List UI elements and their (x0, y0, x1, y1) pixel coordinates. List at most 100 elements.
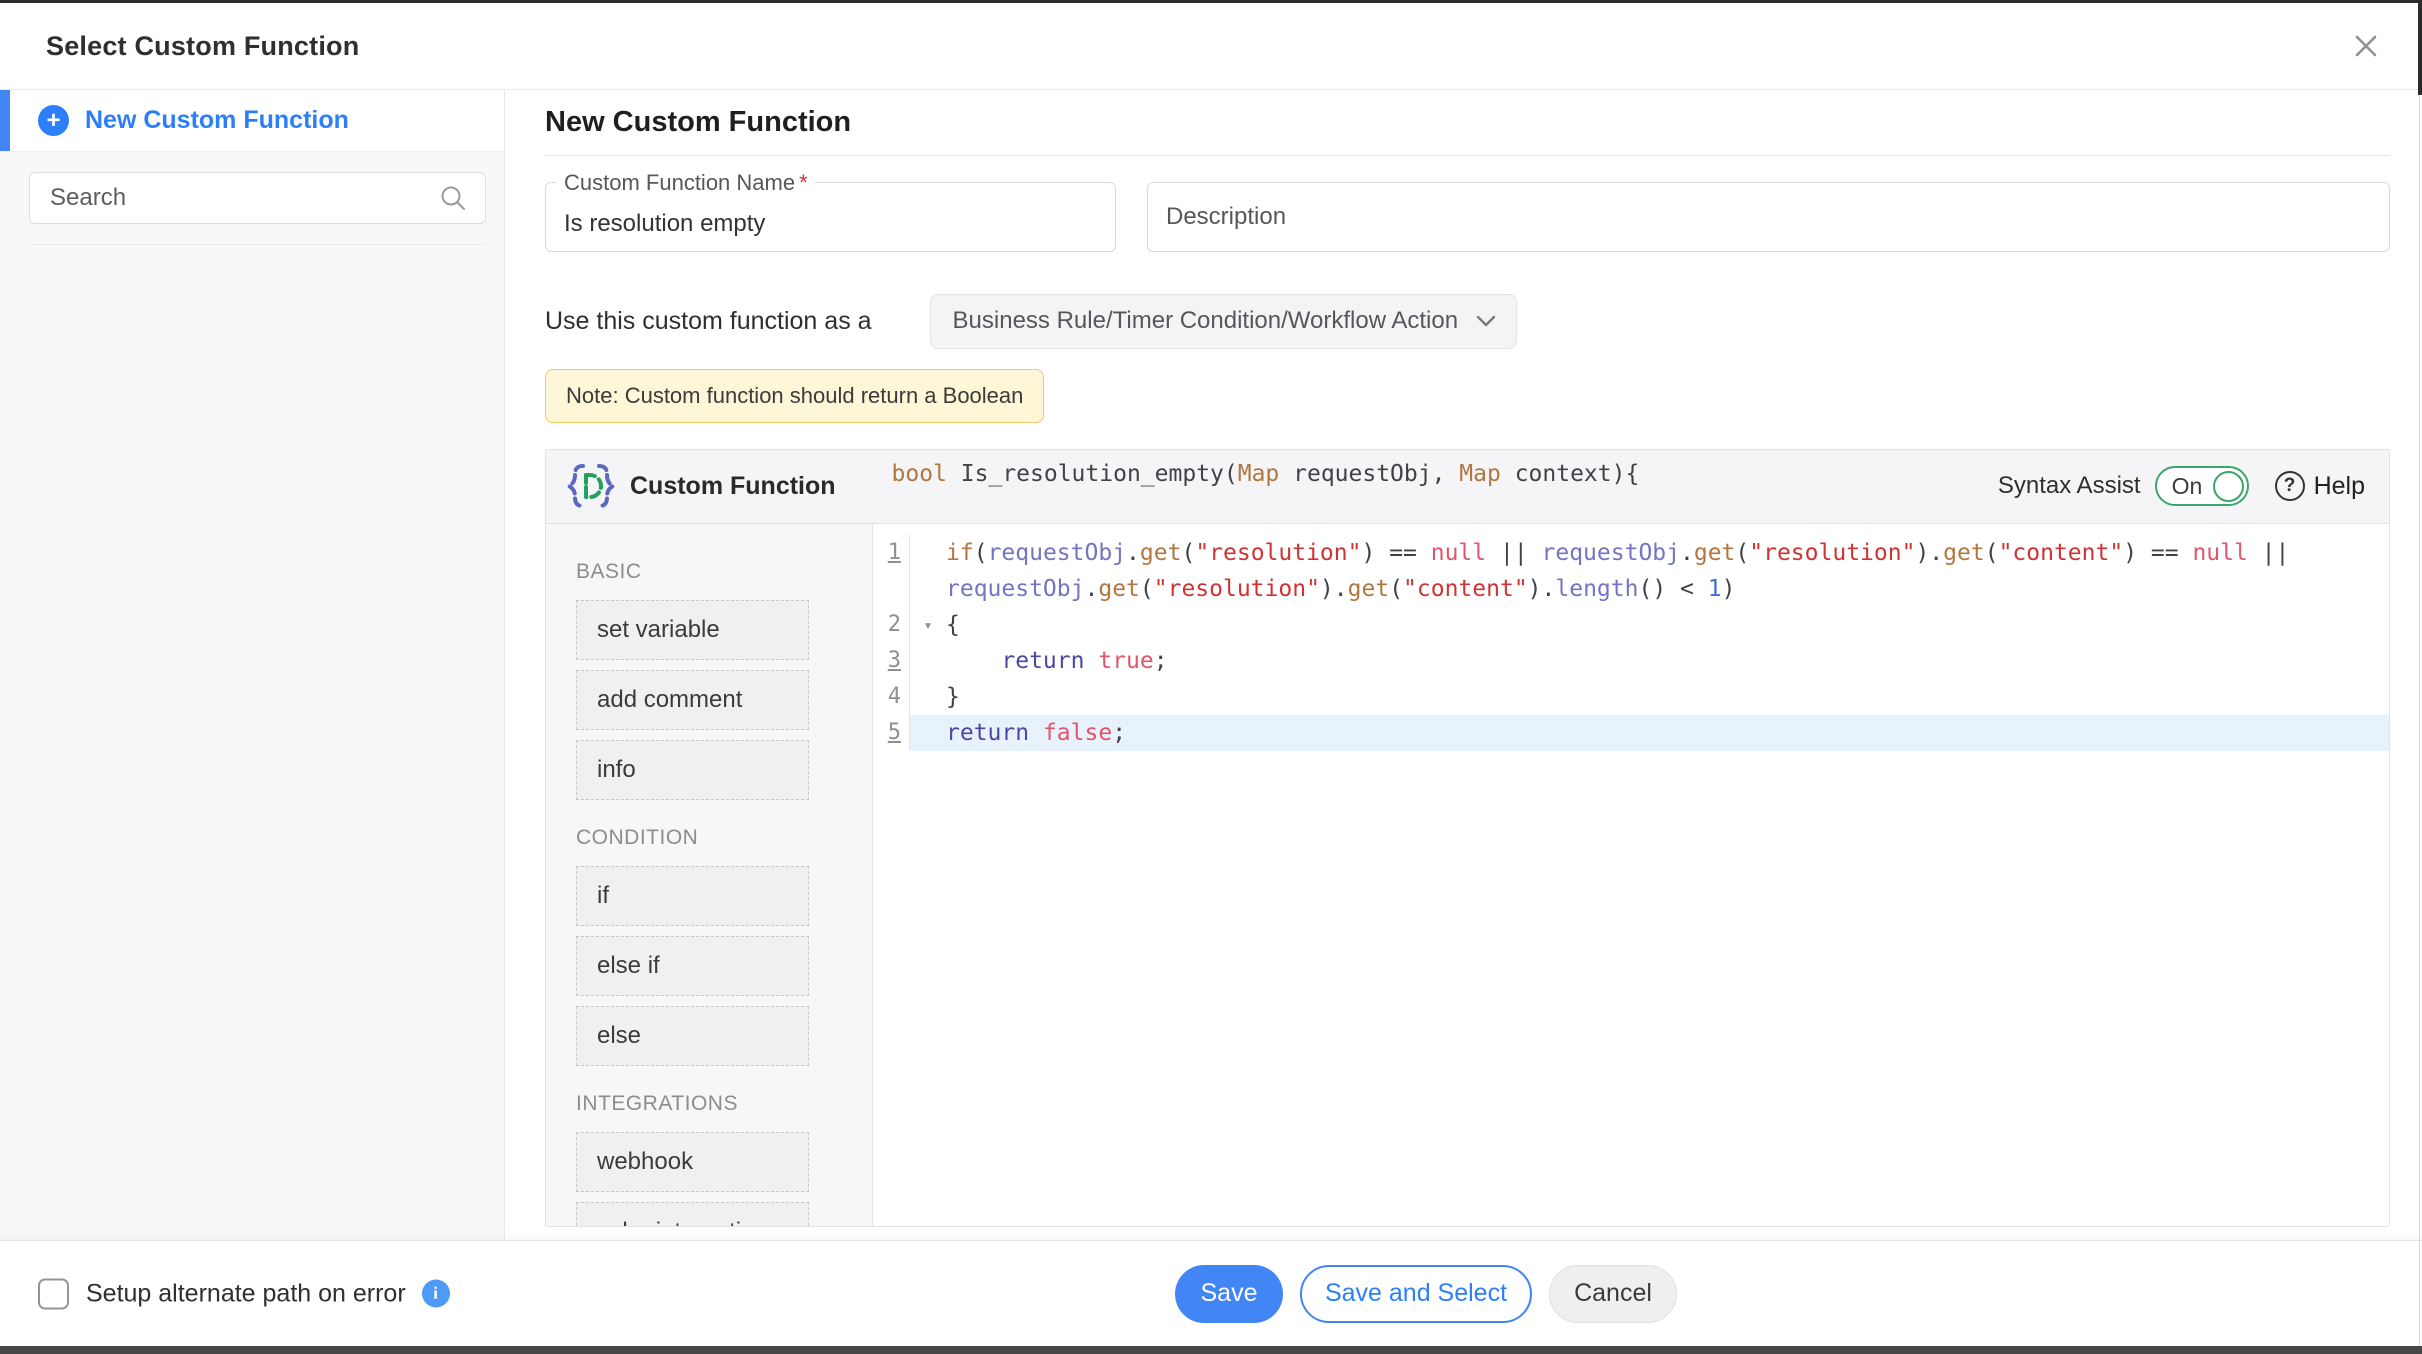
code-token: get (1098, 576, 1140, 602)
code-editor[interactable]: 1if(requestObj.get("resolution") == null… (873, 524, 2389, 1226)
palette-item-webhook[interactable]: webhook (576, 1132, 809, 1192)
code-token: bool (892, 461, 947, 487)
code-line-text: } (946, 679, 2389, 715)
code-line[interactable]: 3 return true; (873, 643, 2389, 679)
code-token: get (1694, 540, 1736, 566)
help-button[interactable]: ? Help (2275, 471, 2365, 501)
screenshot-root: Select Custom Function + New Custom Func… (0, 0, 2422, 1354)
palette-item-if[interactable]: if (576, 866, 809, 926)
code-line[interactable]: 4} (873, 679, 2389, 715)
active-code-line-body: return false; (910, 715, 2389, 751)
toggle-knob (2213, 471, 2244, 502)
code-wrapped-row: requestObj.get("resolution").get("conten… (946, 571, 2389, 607)
active-item-accent-bar (0, 90, 10, 151)
new-custom-function-label: New Custom Function (85, 106, 349, 135)
palette-item-else-if[interactable]: else if (576, 936, 809, 996)
search-icon (438, 183, 468, 218)
palette-section-title: CONDITION (576, 826, 872, 850)
syntax-assist-label: Syntax Assist (1998, 472, 2141, 500)
save-and-select-button[interactable]: Save and Select (1300, 1265, 1532, 1323)
code-token: requestObj, (1279, 461, 1459, 487)
question-icon: ? (2275, 471, 2305, 501)
code-token: get (1140, 540, 1182, 566)
palette-item-add-comment[interactable]: add comment (576, 670, 809, 730)
cancel-button[interactable]: Cancel (1549, 1265, 1677, 1323)
code-token: context){ (1501, 461, 1639, 487)
palette-item-zoho-integration[interactable]: zoho integration (576, 1202, 809, 1226)
new-function-form: New Custom Function Custom Function Name… (505, 90, 2422, 1240)
code-token: ( (1735, 540, 1749, 566)
palette-item-set-variable[interactable]: set variable (576, 600, 809, 660)
code-line-text: { (946, 607, 2389, 643)
code-token: requestObj (946, 576, 1084, 602)
code-line[interactable]: 1if(requestObj.get("resolution") == null… (873, 535, 2389, 607)
code-token: get (1348, 576, 1390, 602)
info-icon[interactable]: i (422, 1280, 450, 1308)
code-token: . (1084, 576, 1098, 602)
code-token: == (1375, 540, 1430, 566)
alternate-path-checkbox[interactable] (38, 1278, 69, 1309)
fold-toggle-icon[interactable]: ▾ (910, 607, 946, 643)
code-token: { (946, 612, 960, 638)
code-line-text: return true; (946, 643, 2389, 679)
code-token: ( (1985, 540, 1999, 566)
drag-drop-palette: BASIC set variable add comment info CONDITIO… (546, 524, 873, 1226)
code-line[interactable]: 5 return false; (873, 715, 2389, 751)
palette-item-else[interactable]: else (576, 1006, 809, 1066)
code-token: if (946, 540, 974, 566)
code-token: . (1542, 576, 1556, 602)
code-token: return (946, 720, 1029, 746)
code-line-text: return false; (946, 715, 2389, 751)
fold-gutter (910, 643, 946, 679)
backdrop-top-edge (0, 0, 2422, 3)
custom-function-icon (566, 460, 616, 512)
backdrop-right-edge (2419, 0, 2420, 1354)
usage-dropdown-value: Business Rule/Timer Condition/Workflow A… (953, 307, 1459, 335)
usage-dropdown[interactable]: Business Rule/Timer Condition/Workflow A… (930, 294, 1518, 349)
fold-gutter (910, 535, 946, 607)
code-token: ) (1915, 540, 1929, 566)
code-token: . (1126, 540, 1140, 566)
code-token: true (1098, 648, 1153, 674)
custom-function-name-label: Custom Function Name* (557, 170, 815, 196)
chevron-down-icon (1476, 307, 1496, 335)
code-wrapped-row: return false; (946, 715, 2389, 751)
code-token: ; (1112, 720, 1126, 746)
help-label: Help (2314, 472, 2365, 501)
code-editor-panel: Custom Function bool Is_resolution_empty… (545, 449, 2390, 1227)
search-input[interactable] (29, 172, 486, 224)
code-token: ( (974, 540, 988, 566)
code-token: "resolution" (1154, 576, 1320, 602)
palette-section-title: BASIC (576, 560, 872, 584)
save-button[interactable]: Save (1175, 1265, 1283, 1323)
palette-item-info[interactable]: info (576, 740, 809, 800)
description-input[interactable] (1147, 182, 2390, 252)
code-token: . (1334, 576, 1348, 602)
search-container (29, 172, 486, 245)
function-list-sidebar: + New Custom Function (0, 90, 505, 1240)
line-number: 4 (873, 679, 910, 715)
code-line[interactable]: 2▾{ (873, 607, 2389, 643)
code-token: null (1431, 540, 1486, 566)
code-token: "resolution" (1195, 540, 1361, 566)
line-number: 5 (873, 715, 910, 751)
code-wrapped-row: if(requestObj.get("resolution") == null … (946, 535, 2389, 571)
syntax-assist-toggle[interactable]: On (2155, 466, 2249, 506)
code-token: Map (1459, 461, 1501, 487)
note-banner: Note: Custom function should return a Bo… (545, 369, 1044, 423)
alternate-path-label: Setup alternate path on error (86, 1279, 406, 1308)
code-token: () (1638, 576, 1666, 602)
fold-gutter (910, 715, 946, 751)
code-token: || (1486, 540, 1541, 566)
backdrop-right-top-edge (2418, 0, 2422, 95)
code-wrapped-row: { (946, 607, 2389, 643)
alternate-path-option[interactable]: Setup alternate path on error i (38, 1278, 450, 1309)
line-number: 2 (873, 607, 910, 643)
code-token: ) (1722, 576, 1736, 602)
code-token: Map (1238, 461, 1280, 487)
backdrop-bottom-edge (0, 1346, 2422, 1354)
code-line-body: if(requestObj.get("resolution") == null … (910, 535, 2389, 607)
sidebar-item-new-custom-function[interactable]: + New Custom Function (0, 90, 504, 152)
code-token: return (1001, 648, 1084, 674)
close-icon[interactable] (2346, 26, 2386, 66)
